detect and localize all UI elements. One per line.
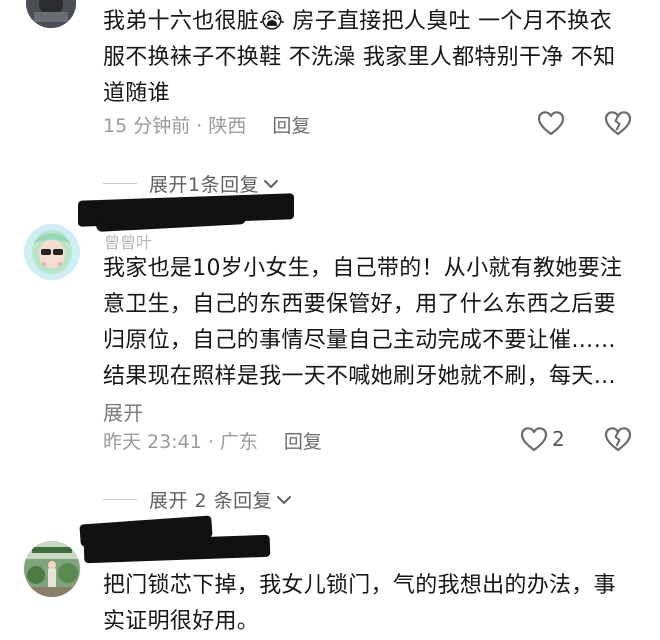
broken-heart-icon [604,427,632,452]
comment-text: 我家也是10岁小女生，自己带的！从小就有教她要注意卫生，自己的东西要保管好，用了… [103,256,623,425]
comment-meta: 15 分钟前 · 陕西 回复 [103,111,310,138]
avatar[interactable] [24,224,80,280]
divider-line [103,499,137,500]
expand-replies-label: 展开1条回复 [149,174,260,196]
broken-heart-icon [604,111,632,136]
inline-expand-link[interactable]: 展开 [103,401,144,425]
expand-replies-button[interactable]: 展开 2 条回复 [103,486,292,513]
heart-outline-icon [520,427,548,452]
comment-time: 昨天 23:41 · 广东 [103,431,258,453]
comment-text: 我弟十六也很脏😭 房子直接把人臭吐 一个月不换衣服不换袜子不换鞋 不洗澡 我家里… [103,9,616,106]
username[interactable]: 曾曾叶 [104,229,152,253]
comment-time: 15 分钟前 · 陕西 [103,115,247,137]
like-button[interactable]: 2 [520,426,565,452]
avatar[interactable] [26,0,76,28]
expand-replies-label: 展开 2 条回复 [149,490,273,512]
like-count: 2 [552,427,565,451]
divider-line [103,183,137,184]
comment-meta: 昨天 23:41 · 广东 回复 [103,427,322,454]
dislike-button[interactable] [604,426,632,452]
heart-outline-icon [537,111,565,136]
reply-button[interactable]: 回复 [284,427,322,454]
avatar[interactable] [24,541,80,597]
reply-button[interactable]: 回复 [272,111,310,138]
expand-replies-button[interactable]: 展开1条回复 [103,170,279,197]
chevron-down-icon [264,179,279,188]
comment-text: 把门锁芯下掉，我女儿锁门，气的我想出的办法，事实证明很好用。 [103,573,616,634]
chevron-down-icon [277,495,292,504]
like-button[interactable] [537,110,565,136]
dislike-button[interactable] [604,110,632,136]
